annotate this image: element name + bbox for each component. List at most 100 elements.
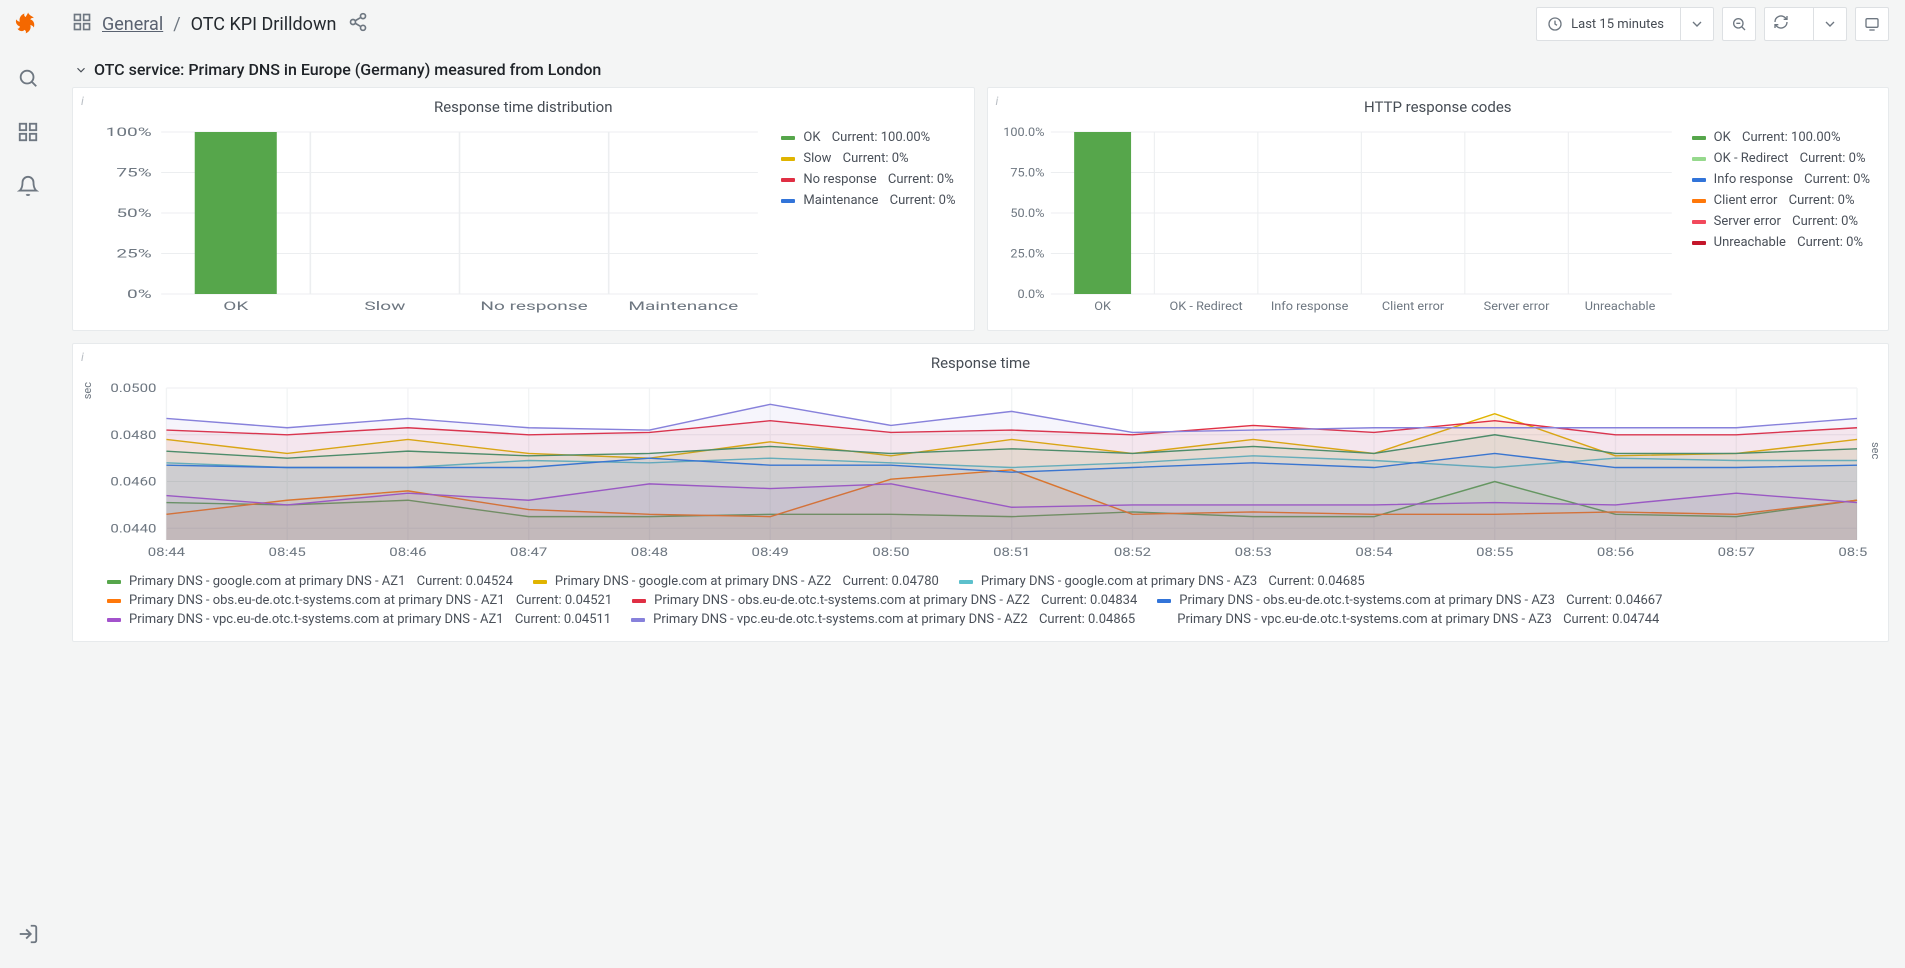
svg-text:Client error: Client error: [1381, 300, 1443, 314]
legend-label: Primary DNS - vpc.eu-de.otc.t-systems.co…: [653, 612, 1028, 627]
topbar: General / OTC KPI Drilldown Last 15 minu…: [56, 0, 1905, 48]
legend-stat: Current: 100.00%: [828, 130, 930, 145]
svg-text:Info response: Info response: [1270, 300, 1348, 314]
legend-item[interactable]: Client error Current: 0%: [1692, 193, 1870, 208]
legend-item[interactable]: Server error Current: 0%: [1692, 214, 1870, 229]
legend-item[interactable]: Primary DNS - vpc.eu-de.otc.t-systems.co…: [631, 612, 1135, 627]
dashboards-icon[interactable]: [10, 114, 46, 150]
info-icon[interactable]: i: [996, 94, 999, 108]
legend-stat: Current: 0.04521: [513, 593, 613, 608]
legend-stat: Current: 0%: [1785, 193, 1854, 208]
legend-label: Primary DNS - google.com at primary DNS …: [129, 574, 405, 589]
legend-swatch: [1155, 618, 1169, 622]
svg-text:08:51: 08:51: [993, 545, 1030, 559]
legend-item[interactable]: Info response Current: 0%: [1692, 172, 1870, 187]
legend-item[interactable]: Primary DNS - obs.eu-de.otc.t-systems.co…: [632, 593, 1137, 608]
panel-title[interactable]: Response time distribution: [79, 98, 968, 116]
legend-label: OK: [1714, 130, 1731, 145]
legend-label: Primary DNS - google.com at primary DNS …: [555, 574, 831, 589]
signin-icon[interactable]: [10, 916, 46, 952]
svg-text:OK: OK: [1094, 300, 1111, 314]
legend-label: Info response: [1714, 172, 1793, 187]
zoom-out-button[interactable]: [1722, 7, 1756, 41]
bar-chart[interactable]: 0.0%25.0%50.0%75.0%100.0%OKOK - Redirect…: [1000, 126, 1678, 320]
legend-item[interactable]: Primary DNS - obs.eu-de.otc.t-systems.co…: [1157, 593, 1662, 608]
legend-item[interactable]: Primary DNS - obs.eu-de.otc.t-systems.co…: [107, 593, 612, 608]
legend: Primary DNS - google.com at primary DNS …: [79, 566, 1882, 631]
svg-text:75%: 75%: [116, 165, 151, 179]
svg-text:75.0%: 75.0%: [1010, 167, 1044, 181]
legend-item[interactable]: Primary DNS - vpc.eu-de.otc.t-systems.co…: [1155, 612, 1659, 627]
info-icon[interactable]: i: [81, 350, 84, 364]
legend-label: Server error: [1714, 214, 1781, 229]
legend-label: OK - Redirect: [1714, 151, 1789, 166]
legend-stat: Current: 0%: [885, 172, 954, 187]
svg-text:08:50: 08:50: [872, 545, 909, 559]
bar-chart[interactable]: 0%25%50%75%100%OKSlowNo responseMaintena…: [85, 126, 767, 320]
legend-label: Maintenance: [803, 193, 878, 208]
svg-text:08:46: 08:46: [389, 545, 426, 559]
panel-title[interactable]: HTTP response codes: [994, 98, 1883, 116]
tv-mode-button[interactable]: [1855, 7, 1889, 41]
legend-item[interactable]: Primary DNS - vpc.eu-de.otc.t-systems.co…: [107, 612, 611, 627]
svg-text:Maintenance: Maintenance: [628, 299, 738, 313]
legend-swatch: [1692, 178, 1706, 182]
line-chart[interactable]: 0.04400.04600.04800.050008:4408:4508:460…: [94, 382, 1867, 566]
legend: OK Current: 100.00%Slow Current: 0%No re…: [775, 126, 961, 320]
svg-text:50%: 50%: [116, 206, 151, 220]
svg-text:OK - Redirect: OK - Redirect: [1169, 300, 1242, 314]
legend-label: Primary DNS - vpc.eu-de.otc.t-systems.co…: [1177, 612, 1552, 627]
legend-stat: Current: 0%: [839, 151, 908, 166]
legend-label: No response: [803, 172, 876, 187]
row-toggle[interactable]: OTC service: Primary DNS in Europe (Germ…: [74, 60, 1889, 79]
legend-swatch: [1692, 220, 1706, 224]
legend-label: Primary DNS - obs.eu-de.otc.t-systems.co…: [129, 593, 505, 608]
legend-label: Slow: [803, 151, 831, 166]
svg-text:08:56: 08:56: [1597, 545, 1634, 559]
breadcrumb-folder[interactable]: General: [102, 14, 163, 35]
svg-text:0.0440: 0.0440: [110, 522, 156, 536]
panel-title[interactable]: Response time: [79, 354, 1882, 372]
legend-item[interactable]: Slow Current: 0%: [781, 151, 955, 166]
share-icon[interactable]: [348, 12, 368, 37]
dashboards-grid-icon[interactable]: [72, 12, 92, 37]
svg-text:08:55: 08:55: [1476, 545, 1514, 559]
legend-stat: Current: 0.04780: [839, 574, 939, 589]
legend-swatch: [781, 199, 795, 203]
legend-item[interactable]: Unreachable Current: 0%: [1692, 235, 1870, 250]
page-title[interactable]: OTC KPI Drilldown: [191, 14, 337, 35]
legend-swatch: [959, 580, 973, 584]
legend-swatch: [781, 178, 795, 182]
legend-label: Primary DNS - obs.eu-de.otc.t-systems.co…: [654, 593, 1030, 608]
legend-stat: Current: 0.04744: [1560, 612, 1660, 627]
svg-text:08:49: 08:49: [752, 545, 789, 559]
svg-text:08:57: 08:57: [1718, 545, 1756, 559]
legend-item[interactable]: Primary DNS - google.com at primary DNS …: [533, 574, 939, 589]
svg-text:25.0%: 25.0%: [1010, 248, 1044, 262]
breadcrumb: General / OTC KPI Drilldown: [72, 12, 368, 37]
y-axis-label-left: sec: [79, 382, 94, 459]
grafana-logo[interactable]: [10, 6, 46, 42]
chevron-down-icon[interactable]: [1813, 8, 1846, 40]
legend-item[interactable]: No response Current: 0%: [781, 172, 955, 187]
main: General / OTC KPI Drilldown Last 15 minu…: [56, 0, 1905, 968]
time-range-picker[interactable]: Last 15 minutes: [1536, 7, 1714, 41]
legend-item[interactable]: OK Current: 100.00%: [781, 130, 955, 145]
chevron-down-icon[interactable]: [1680, 8, 1713, 40]
legend-stat: Current: 0.04511: [512, 612, 612, 627]
chevron-down-icon: [74, 63, 88, 77]
refresh-button[interactable]: [1764, 7, 1847, 41]
legend-item[interactable]: OK - Redirect Current: 0%: [1692, 151, 1870, 166]
legend-item[interactable]: Primary DNS - google.com at primary DNS …: [107, 574, 513, 589]
legend-item[interactable]: Maintenance Current: 0%: [781, 193, 955, 208]
legend-item[interactable]: OK Current: 100.00%: [1692, 130, 1870, 145]
legend-item[interactable]: Primary DNS - google.com at primary DNS …: [959, 574, 1365, 589]
legend-stat: Current: 0%: [1796, 151, 1865, 166]
legend-swatch: [1157, 599, 1171, 603]
svg-text:0.0%: 0.0%: [1017, 288, 1044, 302]
search-icon[interactable]: [10, 60, 46, 96]
svg-text:08:52: 08:52: [1114, 545, 1152, 559]
info-icon[interactable]: i: [81, 94, 84, 108]
alerting-icon[interactable]: [10, 168, 46, 204]
legend-stat: Current: 0.04865: [1036, 612, 1136, 627]
